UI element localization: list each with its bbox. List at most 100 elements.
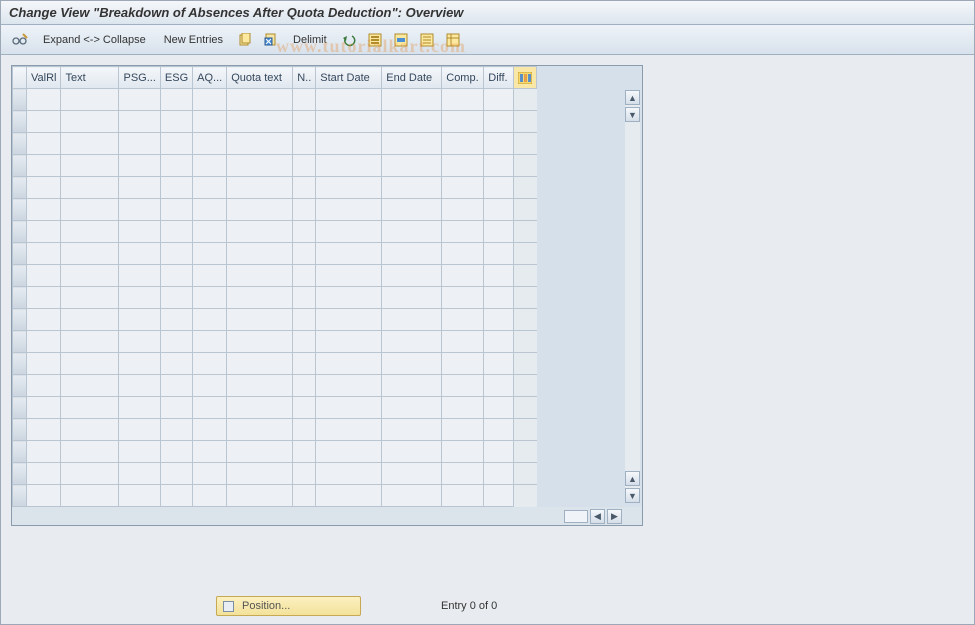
cell-quota-text[interactable]	[227, 199, 293, 221]
cell-comp[interactable]	[442, 331, 484, 353]
cell-start-date[interactable]	[316, 243, 382, 265]
row-selector[interactable]	[13, 133, 27, 155]
cell-quota-text[interactable]	[227, 265, 293, 287]
cell-aq[interactable]	[193, 177, 227, 199]
cell-end-date[interactable]	[382, 353, 442, 375]
table-row[interactable]	[13, 419, 537, 441]
cell-diff[interactable]	[484, 133, 514, 155]
scroll-right-button[interactable]: ▶	[607, 509, 622, 524]
cell-comp[interactable]	[442, 89, 484, 111]
cell-start-date[interactable]	[316, 419, 382, 441]
cell-quota-text[interactable]	[227, 221, 293, 243]
cell-diff[interactable]	[484, 463, 514, 485]
delimit-button[interactable]: Delimit	[287, 34, 333, 46]
cell-diff[interactable]	[484, 331, 514, 353]
table-row[interactable]	[13, 375, 537, 397]
table-row[interactable]	[13, 155, 537, 177]
undo-button[interactable]	[339, 30, 359, 50]
row-selector[interactable]	[13, 155, 27, 177]
cell-end-date[interactable]	[382, 177, 442, 199]
row-selector[interactable]	[13, 177, 27, 199]
cell-esg[interactable]	[160, 331, 192, 353]
cell-quota-text[interactable]	[227, 397, 293, 419]
cell-n[interactable]	[293, 463, 316, 485]
cell-psg[interactable]	[119, 199, 160, 221]
cell-text[interactable]	[61, 111, 119, 133]
cell-valrl[interactable]	[27, 375, 61, 397]
cell-diff[interactable]	[484, 441, 514, 463]
table-row[interactable]	[13, 89, 537, 111]
table-row[interactable]	[13, 309, 537, 331]
cell-end-date[interactable]	[382, 221, 442, 243]
delete-button[interactable]	[261, 30, 281, 50]
row-selector[interactable]	[13, 485, 27, 507]
cell-quota-text[interactable]	[227, 441, 293, 463]
cell-text[interactable]	[61, 243, 119, 265]
cell-n[interactable]	[293, 375, 316, 397]
table-row[interactable]	[13, 265, 537, 287]
cell-diff[interactable]	[484, 309, 514, 331]
cell-text[interactable]	[61, 441, 119, 463]
cell-text[interactable]	[61, 463, 119, 485]
cell-aq[interactable]	[193, 353, 227, 375]
cell-comp[interactable]	[442, 463, 484, 485]
cell-psg[interactable]	[119, 419, 160, 441]
column-header-aq[interactable]: AQ...	[193, 67, 227, 89]
cell-start-date[interactable]	[316, 177, 382, 199]
cell-diff[interactable]	[484, 221, 514, 243]
cell-start-date[interactable]	[316, 287, 382, 309]
cell-psg[interactable]	[119, 111, 160, 133]
cell-end-date[interactable]	[382, 133, 442, 155]
column-header-valrl[interactable]: ValRl	[27, 67, 61, 89]
cell-quota-text[interactable]	[227, 463, 293, 485]
row-selector[interactable]	[13, 221, 27, 243]
cell-comp[interactable]	[442, 265, 484, 287]
scroll-down-button[interactable]: ▼	[625, 107, 640, 122]
cell-end-date[interactable]	[382, 375, 442, 397]
cell-start-date[interactable]	[316, 375, 382, 397]
cell-n[interactable]	[293, 309, 316, 331]
cell-esg[interactable]	[160, 111, 192, 133]
cell-end-date[interactable]	[382, 243, 442, 265]
cell-diff[interactable]	[484, 485, 514, 507]
cell-esg[interactable]	[160, 243, 192, 265]
cell-valrl[interactable]	[27, 287, 61, 309]
row-selector[interactable]	[13, 397, 27, 419]
cell-aq[interactable]	[193, 265, 227, 287]
cell-text[interactable]	[61, 265, 119, 287]
cell-valrl[interactable]	[27, 441, 61, 463]
table-row[interactable]	[13, 331, 537, 353]
row-selector[interactable]	[13, 441, 27, 463]
cell-aq[interactable]	[193, 221, 227, 243]
select-all-rows-button[interactable]	[13, 67, 27, 89]
cell-comp[interactable]	[442, 353, 484, 375]
cell-psg[interactable]	[119, 243, 160, 265]
cell-comp[interactable]	[442, 199, 484, 221]
cell-end-date[interactable]	[382, 199, 442, 221]
cell-psg[interactable]	[119, 463, 160, 485]
cell-diff[interactable]	[484, 287, 514, 309]
cell-end-date[interactable]	[382, 419, 442, 441]
cell-text[interactable]	[61, 221, 119, 243]
scroll-up-button[interactable]: ▲	[625, 90, 640, 105]
position-button[interactable]: Position...	[216, 596, 361, 616]
row-selector[interactable]	[13, 199, 27, 221]
cell-end-date[interactable]	[382, 463, 442, 485]
cell-esg[interactable]	[160, 485, 192, 507]
cell-comp[interactable]	[442, 287, 484, 309]
cell-esg[interactable]	[160, 265, 192, 287]
cell-psg[interactable]	[119, 221, 160, 243]
column-header-end-date[interactable]: End Date	[382, 67, 442, 89]
row-selector[interactable]	[13, 265, 27, 287]
cell-valrl[interactable]	[27, 243, 61, 265]
cell-valrl[interactable]	[27, 155, 61, 177]
column-header-esg[interactable]: ESG	[160, 67, 192, 89]
cell-valrl[interactable]	[27, 133, 61, 155]
cell-text[interactable]	[61, 485, 119, 507]
cell-valrl[interactable]	[27, 331, 61, 353]
cell-psg[interactable]	[119, 485, 160, 507]
cell-quota-text[interactable]	[227, 177, 293, 199]
table-row[interactable]	[13, 441, 537, 463]
cell-valrl[interactable]	[27, 397, 61, 419]
cell-end-date[interactable]	[382, 111, 442, 133]
